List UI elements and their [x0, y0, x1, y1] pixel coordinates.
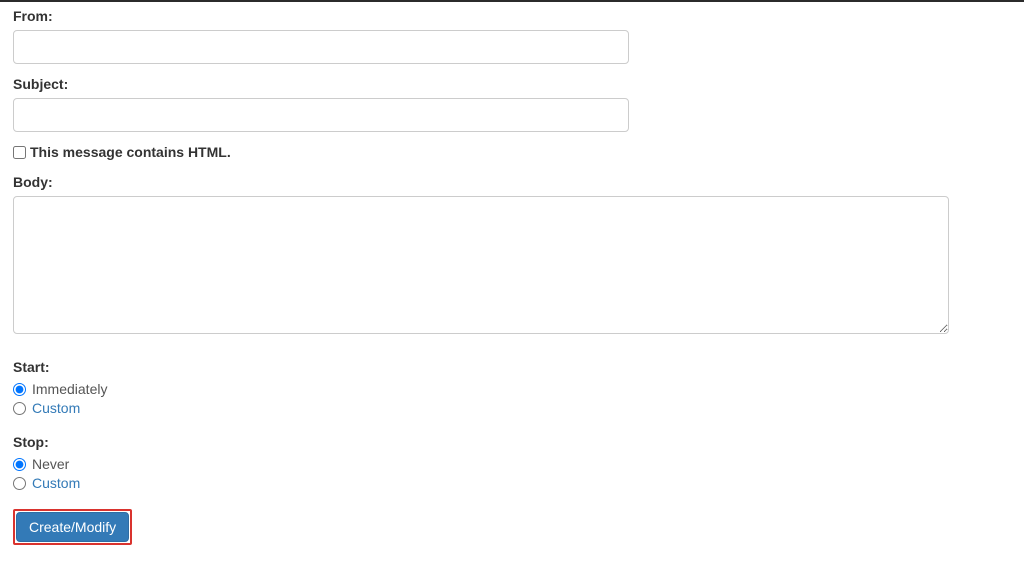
stop-custom-row: Custom [13, 475, 1011, 491]
start-custom-row: Custom [13, 400, 1011, 416]
html-checkbox-label: This message contains HTML. [30, 144, 231, 160]
start-radio-group: Immediately Custom [13, 381, 1011, 416]
subject-group: Subject: [13, 76, 1011, 132]
start-custom-radio[interactable] [13, 402, 26, 415]
submit-highlight-box: Create/Modify [13, 509, 132, 545]
start-immediately-radio[interactable] [13, 383, 26, 396]
from-label: From: [13, 8, 1011, 24]
body-textarea[interactable] [13, 196, 949, 334]
subject-input[interactable] [13, 98, 629, 132]
body-label: Body: [13, 174, 1011, 190]
stop-radio-group: Never Custom [13, 456, 1011, 491]
stop-section: Stop: Never Custom [13, 434, 1011, 491]
start-custom-label[interactable]: Custom [32, 400, 80, 416]
from-group: From: [13, 8, 1011, 64]
start-label: Start: [13, 359, 1011, 375]
html-checkbox[interactable] [13, 146, 26, 159]
stop-label: Stop: [13, 434, 1011, 450]
stop-custom-label[interactable]: Custom [32, 475, 80, 491]
start-section: Start: Immediately Custom [13, 359, 1011, 416]
stop-custom-radio[interactable] [13, 477, 26, 490]
stop-never-row: Never [13, 456, 1011, 472]
start-immediately-row: Immediately [13, 381, 1011, 397]
stop-never-label: Never [32, 456, 69, 472]
html-checkbox-row: This message contains HTML. [13, 144, 1011, 160]
form-container: From: Subject: This message contains HTM… [0, 2, 1024, 565]
subject-label: Subject: [13, 76, 1011, 92]
stop-never-radio[interactable] [13, 458, 26, 471]
create-modify-button[interactable]: Create/Modify [16, 512, 129, 542]
start-immediately-label: Immediately [32, 381, 107, 397]
from-input[interactable] [13, 30, 629, 64]
body-group: Body: [13, 174, 1011, 337]
